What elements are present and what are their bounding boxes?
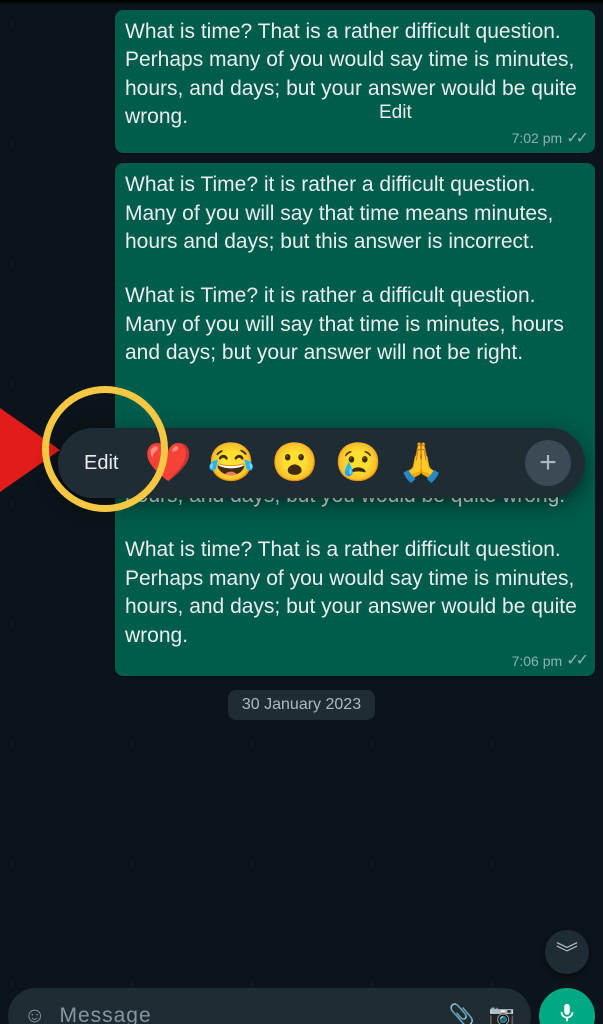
chevron-double-down-icon: ︾ [556,936,578,968]
composer-bar: ☺ Message 📎 📷 [8,988,595,1024]
message-paragraph: What is time? That is a rather difficult… [125,536,585,649]
reaction-wow-icon[interactable]: 😮 [271,444,318,482]
reaction-heart-icon[interactable]: ❤️ [144,444,191,482]
emoji-picker-icon[interactable]: ☺ [24,1004,45,1024]
message-input[interactable]: Message [59,1004,434,1024]
edited-label: Edit [379,100,412,126]
message-paragraph: What is Time? it is rather a difficult q… [125,171,585,256]
mic-button[interactable] [539,988,595,1024]
top-crop-fade [0,0,603,6]
read-ticks-icon: ✓✓ [566,128,585,150]
reaction-laugh-icon[interactable]: 😂 [208,444,255,482]
message-bubble-2[interactable]: What is Time? it is rather a difficult q… [115,163,595,675]
message-bubble-1[interactable]: What is time? That is a rather difficult… [115,10,595,153]
message-time: 7:02 pm [512,129,563,148]
read-ticks-icon: ✓✓ [566,650,585,672]
message-paragraph: What is Time? it is rather a difficult q… [125,282,585,367]
scroll-to-bottom-button[interactable]: ︾ [545,930,589,974]
reaction-bar: Edit ❤️ 😂 😮 😢 🙏 + [58,428,585,498]
edit-option[interactable]: Edit [66,452,128,475]
reaction-more-button[interactable]: + [525,440,571,486]
reaction-pray-icon[interactable]: 🙏 [398,444,445,482]
date-separator: 30 January 2023 [228,690,375,720]
message-meta: 7:06 pm ✓✓ [512,650,585,672]
reaction-sad-icon[interactable]: 😢 [334,444,381,482]
attach-icon[interactable]: 📎 [449,1004,475,1024]
message-time: 7:06 pm [512,652,563,671]
message-text: What is time? That is a rather difficult… [125,20,577,128]
chat-scroll-area[interactable]: What is time? That is a rather difficult… [0,0,603,1024]
message-input-container: ☺ Message 📎 📷 [8,988,531,1024]
mic-icon [556,1002,578,1024]
message-meta: 7:02 pm ✓✓ [512,128,585,150]
camera-icon[interactable]: 📷 [489,1004,515,1024]
